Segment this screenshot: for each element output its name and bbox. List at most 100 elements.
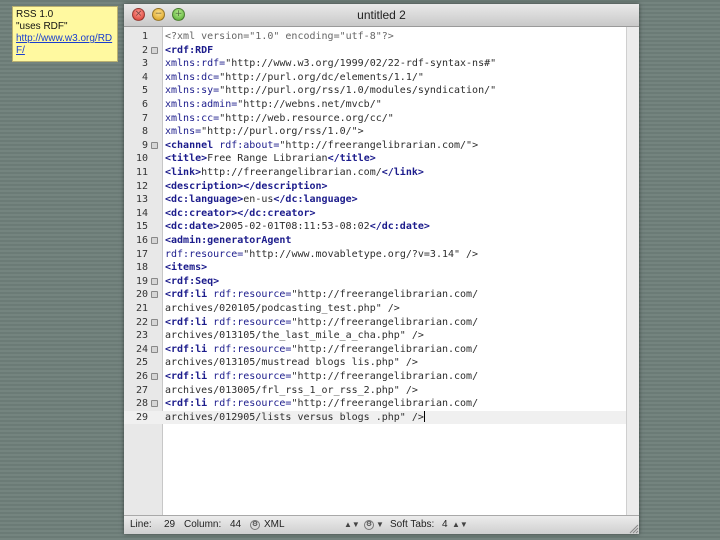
code-token: "http://webns.net/mvcb/": [237, 99, 382, 110]
fold-toggle-icon[interactable]: [151, 141, 158, 149]
line-number: 16: [135, 235, 148, 246]
language-gear-icon[interactable]: ⚙: [250, 520, 260, 530]
code-text: <dc:date>2005-02-01T08:11:53-08:02</dc:d…: [165, 220, 430, 234]
note-line-1: RSS 1.0: [16, 9, 54, 20]
code-token: <dc:date>: [165, 221, 220, 233]
fold-toggle-icon[interactable]: [151, 237, 158, 244]
tabs-chevron-icon[interactable]: ▲▼: [452, 516, 468, 534]
snippet-chevron-icon[interactable]: ▼: [376, 516, 384, 534]
code-token: <dc:creator></dc:creator>: [165, 207, 316, 219]
language-chevron-icon[interactable]: ▲▼: [344, 516, 360, 534]
code-line[interactable]: 12 <description></description>: [124, 180, 627, 194]
code-token: Free Range Librarian: [207, 153, 328, 165]
line-number: 28: [135, 398, 148, 410]
code-line[interactable]: 9 <channel rdf:about="http://freerangelib…: [124, 139, 627, 153]
text-caret: [423, 410, 425, 422]
code-token: xmlns:sy=: [165, 85, 220, 97]
code-text: <dc:creator></dc:creator>: [165, 207, 316, 221]
code-line[interactable]: 23 archives/013105/the_last_mile_a_cha.ph…: [124, 329, 627, 343]
code-line[interactable]: 5 xmlns:sy="http://purl.org/rss/1.0/modul…: [124, 84, 627, 98]
line-number: 2: [141, 44, 148, 56]
code-line[interactable]: 21 archives/020105/podcasting_test.php" /…: [124, 302, 627, 316]
fold-toggle-icon[interactable]: [151, 291, 158, 299]
code-token: "http://purl.org/rss/1.0/modules/syndica…: [219, 85, 497, 97]
code-line[interactable]: 19 <rdf:Seq>: [124, 275, 627, 289]
code-line[interactable]: 20 <rdf:li rdf:resource="http://freerange…: [124, 288, 627, 302]
resize-grip-icon[interactable]: [627, 522, 639, 534]
code-text: xmlns:rdf="http://www.w3.org/1999/02/22-…: [165, 57, 496, 71]
code-token: </link>: [381, 167, 424, 178]
code-token: <description></description>: [165, 180, 328, 192]
code-text: xmlns:cc="http://web.resource.org/cc/": [165, 112, 394, 126]
code-line[interactable]: 13 <dc:language>en-us</dc:language>: [124, 193, 627, 207]
code-line[interactable]: 15 <dc:date>2005-02-01T08:11:53-08:02</dc…: [124, 220, 627, 234]
code-token: rdf:resource=: [213, 289, 292, 301]
sticky-note: RSS 1.0 "uses RDF" http://www.w3.org/RDF…: [12, 6, 118, 62]
code-line[interactable]: 24 <rdf:li rdf:resource="http://freerange…: [124, 343, 627, 357]
fold-toggle-icon[interactable]: [151, 400, 158, 408]
language-popup[interactable]: XML: [264, 516, 285, 534]
code-line[interactable]: 6 xmlns:admin="http://webns.net/mvcb/": [124, 98, 627, 112]
code-line[interactable]: 16 <admin:generatorAgent: [124, 234, 627, 248]
code-line[interactable]: 4 xmlns:dc="http://purl.org/dc/elements/1…: [124, 71, 627, 85]
code-line[interactable]: 10 <title>Free Range Librarian</title>: [124, 152, 627, 166]
fold-toggle-icon[interactable]: [151, 373, 158, 380]
code-line[interactable]: 7 xmlns:cc="http://web.resource.org/cc/": [124, 112, 627, 126]
code-token: 2005-02-01T08:11:53-08:02: [219, 221, 370, 233]
fold-toggle-icon[interactable]: [151, 277, 158, 285]
code-token: "http://web.resource.org/cc/": [219, 112, 394, 124]
line-number: 21: [135, 303, 148, 314]
line-number: 3: [141, 58, 148, 70]
code-text: <rdf:li rdf:resource="http://freerangeli…: [165, 370, 478, 384]
title-bar[interactable]: × − + untitled 2: [124, 4, 639, 27]
code-line[interactable]: 29 archives/012905/lists versus blogs .ph…: [124, 410, 627, 425]
vertical-scrollbar[interactable]: [626, 27, 639, 516]
code-token: <admin:generatorAgent: [165, 235, 292, 246]
code-line[interactable]: 14 <dc:creator></dc:creator>: [124, 207, 627, 221]
code-token: en-us: [243, 194, 274, 206]
line-number: 11: [135, 167, 148, 178]
code-line[interactable]: 27 archives/013005/frl_rss_1_or_rss_2.php…: [124, 384, 627, 398]
code-text: xmlns:sy="http://purl.org/rss/1.0/module…: [165, 84, 496, 98]
code-line[interactable]: 25 archives/013105/mustread blogs lis.php…: [124, 356, 627, 370]
code-line[interactable]: 11 <link>http://freerangelibrarian.com/</…: [124, 166, 627, 180]
code-text: <items>: [165, 261, 207, 275]
code-text: xmlns:admin="http://webns.net/mvcb/": [165, 98, 382, 112]
code-editor[interactable]: 1 <?xml version="1.0" encoding="utf-8"?> 2…: [124, 27, 639, 516]
code-text: <rdf:li rdf:resource="http://freerangeli…: [165, 316, 478, 330]
code-text: <rdf:li rdf:resource="http://freerangeli…: [165, 288, 478, 302]
code-token: <items>: [165, 262, 208, 274]
fold-toggle-icon[interactable]: [151, 345, 158, 353]
code-line[interactable]: 18 <items>: [124, 261, 627, 275]
code-line[interactable]: 8 xmlns="http://purl.org/rss/1.0/">: [124, 125, 627, 139]
tabs-value[interactable]: 4: [442, 516, 448, 534]
note-link[interactable]: http://www.w3.org/RDF/: [16, 33, 114, 57]
line-number: 23: [135, 330, 148, 342]
code-token: <rdf:li: [165, 343, 214, 355]
code-line[interactable]: 17 rdf:resource="http://www.movabletype.o…: [124, 248, 627, 262]
fold-toggle-icon[interactable]: [151, 46, 158, 54]
code-token: xmlns=: [165, 126, 202, 138]
code-line[interactable]: 3 xmlns:rdf="http://www.w3.org/1999/02/22…: [124, 57, 627, 71]
code-token: <channel: [165, 139, 220, 151]
code-line[interactable]: 2 <rdf:RDF: [124, 44, 627, 58]
code-line[interactable]: 28 <rdf:li rdf:resource="http://freerange…: [124, 397, 627, 411]
code-text: <link>http://freerangelibrarian.com/</li…: [165, 166, 424, 180]
window-title: untitled 2: [357, 8, 406, 22]
code-token: "http://purl.org/dc/elements/1.1/": [219, 71, 424, 83]
line-number: 19: [135, 275, 148, 287]
code-line[interactable]: 22 <rdf:li rdf:resource="http://freerange…: [124, 316, 627, 330]
code-token: <rdf:li: [165, 316, 214, 328]
line-value: 29: [164, 519, 176, 530]
snippet-gear-icon[interactable]: ⚙: [364, 520, 374, 530]
column-label: Column:: [184, 519, 222, 530]
code-text: <admin:generatorAgent: [165, 234, 291, 248]
line-number: 10: [135, 153, 148, 165]
code-line[interactable]: 1 <?xml version="1.0" encoding="utf-8"?>: [124, 30, 627, 44]
code-line[interactable]: 26 <rdf:li rdf:resource="http://freerange…: [124, 370, 627, 384]
code-token: <rdf:li: [165, 371, 214, 382]
fold-toggle-icon[interactable]: [151, 318, 158, 326]
line-number: 18: [135, 262, 148, 274]
code-token: "http://www.w3.org/1999/02/22-rdf-syntax…: [225, 58, 497, 70]
line-number: 20: [135, 289, 148, 301]
